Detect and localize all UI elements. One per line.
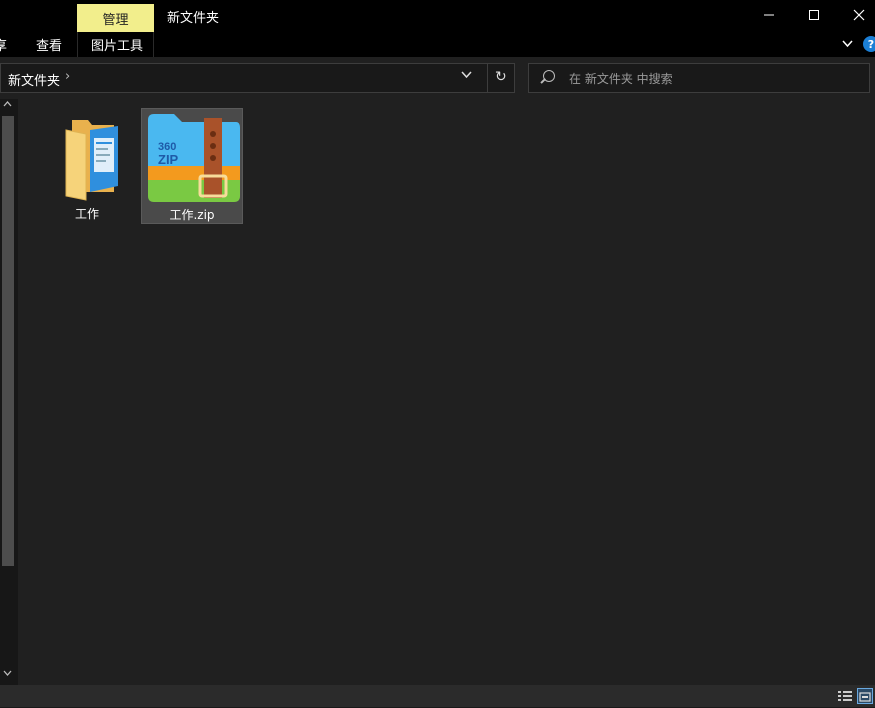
file-item-folder[interactable]: 工作 [36, 108, 138, 224]
close-button[interactable] [836, 0, 875, 30]
breadcrumb-current-folder[interactable]: 新文件夹 [8, 70, 60, 89]
tab-view[interactable]: 查看 [36, 35, 62, 54]
details-view-button[interactable] [837, 688, 853, 704]
status-bar [0, 685, 875, 707]
tab-share[interactable]: 享 [0, 35, 7, 54]
chevron-up-icon [3, 101, 12, 107]
chevron-down-icon [461, 71, 472, 79]
tab-manage[interactable]: 管理 [77, 4, 154, 32]
file-list-area[interactable]: 工作 360 ZIP 工作.zip [18, 99, 875, 685]
zip-archive-icon: 360 ZIP [148, 114, 240, 202]
search-icon [543, 70, 555, 82]
search-input[interactable]: 在 新文件夹 中搜索 [569, 70, 673, 87]
minimize-icon [763, 14, 774, 16]
maximize-button[interactable] [791, 0, 836, 30]
details-view-icon [838, 691, 852, 701]
ribbon-expand-button[interactable] [842, 38, 853, 51]
tab-picture-tools[interactable]: 图片工具 [91, 35, 143, 54]
folder-icon [65, 120, 118, 201]
window-title: 新文件夹 [167, 11, 220, 26]
scrollbar-thumb[interactable] [2, 116, 14, 566]
minimize-button[interactable] [746, 0, 791, 30]
navigation-pane[interactable] [0, 99, 18, 685]
divider [487, 64, 488, 92]
close-icon [853, 9, 864, 21]
maximize-icon [808, 10, 819, 20]
breadcrumb-chevron-icon[interactable]: › [65, 69, 70, 84]
help-button[interactable]: ? [863, 36, 875, 52]
file-item-zip[interactable]: 360 ZIP 工作.zip [141, 108, 243, 224]
address-history-dropdown[interactable] [461, 68, 472, 83]
file-name[interactable]: 工作 [36, 205, 138, 222]
title-bar: 管理 新文件夹 [0, 0, 875, 32]
ribbon-tab-bar: 享 查看 图片工具 [0, 32, 875, 57]
svg-text:ZIP: ZIP [158, 152, 179, 167]
large-icons-view-icon [859, 692, 871, 702]
refresh-button[interactable]: ↻ [495, 69, 507, 85]
chevron-down-icon [842, 40, 853, 48]
large-icons-view-button[interactable] [857, 688, 873, 704]
search-box[interactable]: 在 新文件夹 中搜索 [528, 63, 870, 93]
address-bar[interactable]: 新文件夹 › ↻ [0, 63, 515, 93]
file-name[interactable]: 工作.zip [142, 206, 242, 223]
chevron-down-icon [3, 670, 12, 676]
scroll-down-button[interactable] [3, 669, 12, 679]
scroll-up-button[interactable] [3, 100, 12, 110]
navigation-bar: 新文件夹 › ↻ 在 新文件夹 中搜索 [0, 57, 875, 99]
